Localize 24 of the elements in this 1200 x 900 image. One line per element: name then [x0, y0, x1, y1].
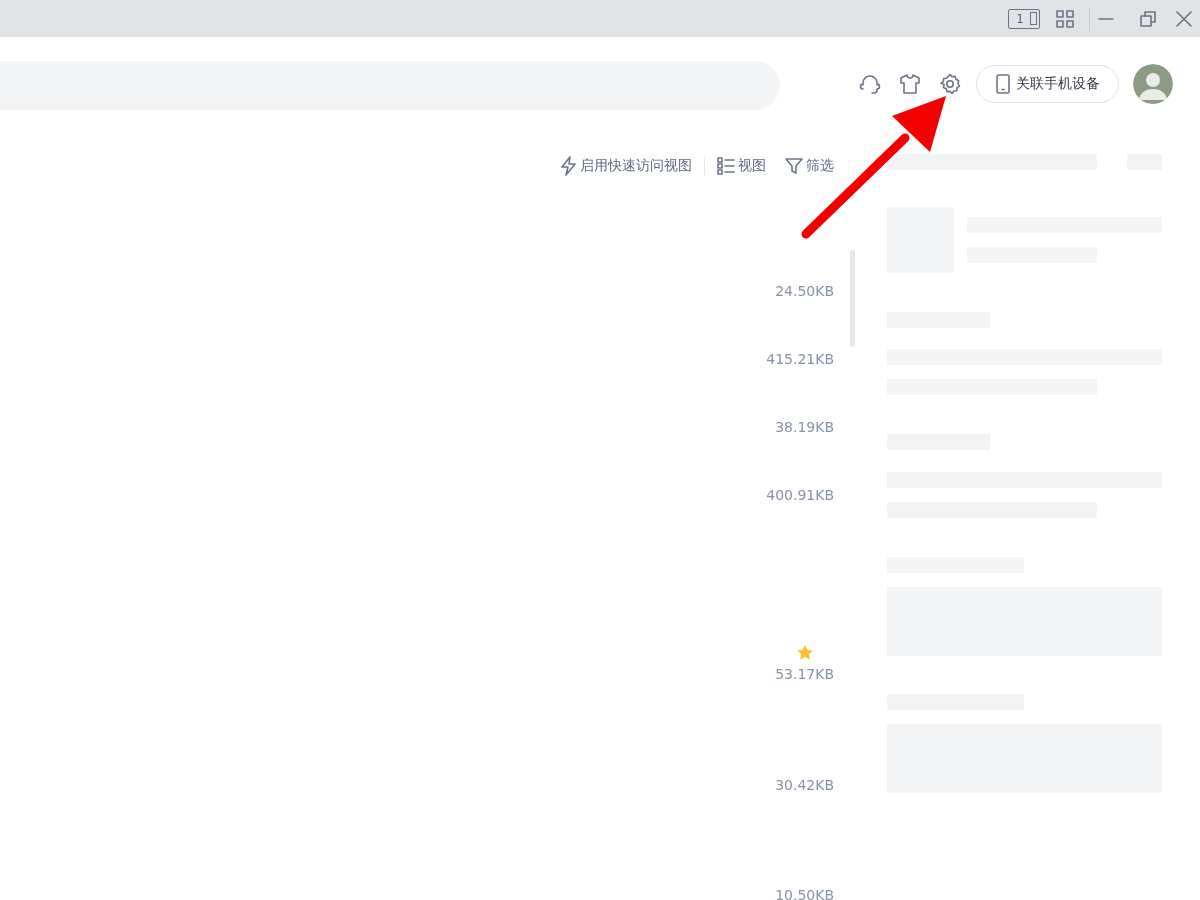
shirt-icon[interactable] [899, 73, 921, 95]
file-size: 10.50KB [775, 886, 834, 900]
file-size: 53.17KB [775, 665, 834, 684]
quick-button[interactable]: 启用快速访问视图 [560, 156, 692, 176]
file-size: 38.19KB [775, 418, 834, 437]
avatar[interactable] [1133, 64, 1173, 104]
close-icon[interactable] [1176, 10, 1192, 27]
view-button[interactable]: 视图 [717, 157, 766, 175]
scrollbar[interactable] [850, 250, 855, 347]
file-size: 400.91KB [766, 486, 834, 505]
list-icon [717, 157, 735, 175]
device-switch-button[interactable]: 1 [1008, 8, 1040, 29]
file-size: 24.50KB [775, 282, 834, 301]
grid-icon[interactable] [1056, 9, 1074, 28]
link-phone-button[interactable]: 关联手机设备 [976, 65, 1119, 103]
restore-icon[interactable] [1140, 10, 1156, 27]
headset-icon[interactable] [859, 73, 881, 95]
file-size: 30.42KB [775, 776, 834, 795]
settings-icon[interactable] [939, 73, 961, 95]
filter-button[interactable]: 筛选 [785, 157, 834, 175]
phone-icon [995, 74, 1010, 94]
lightning-icon [560, 156, 577, 176]
file-size: 415.21KB [766, 350, 834, 369]
filter-icon [785, 157, 803, 175]
